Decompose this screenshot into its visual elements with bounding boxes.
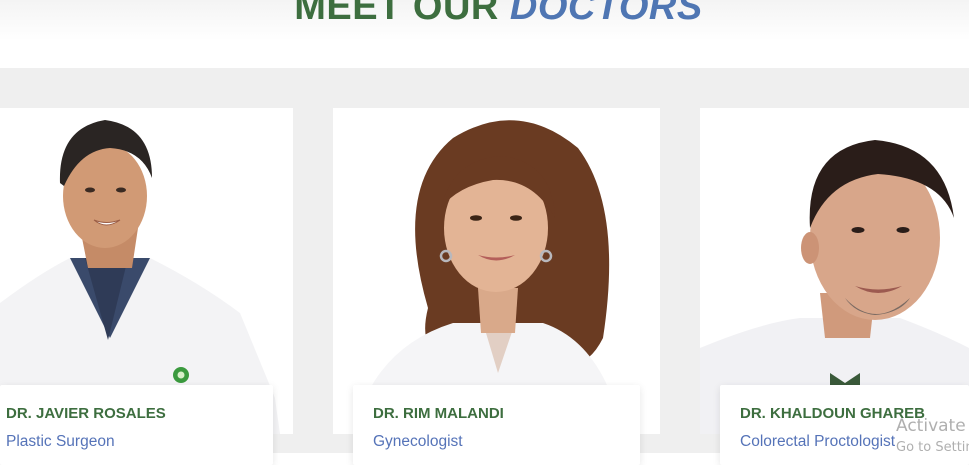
doctor-specialty: Gynecologist (373, 433, 463, 450)
doctor-specialty: Plastic Surgeon (6, 433, 115, 450)
doctor-info-2: DR. RIM MALANDI Gynecologist (353, 385, 640, 465)
page-title: MEET OUR DOCTORS (0, 0, 969, 29)
doctor-info-1: DR. JAVIER ROSALES Plastic Surgeon (0, 385, 273, 465)
watermark-line-1: Activate (896, 416, 966, 436)
doctor-name[interactable]: DR. RIM MALANDI (373, 405, 504, 422)
doctor-specialty: Colorectal Proctologist (740, 433, 896, 450)
section-header: MEET OUR DOCTORS (0, 0, 969, 68)
title-part-2: DOCTORS (509, 0, 703, 28)
doctor-name[interactable]: DR. JAVIER ROSALES (6, 405, 166, 422)
title-part-1: MEET OUR (294, 0, 499, 28)
